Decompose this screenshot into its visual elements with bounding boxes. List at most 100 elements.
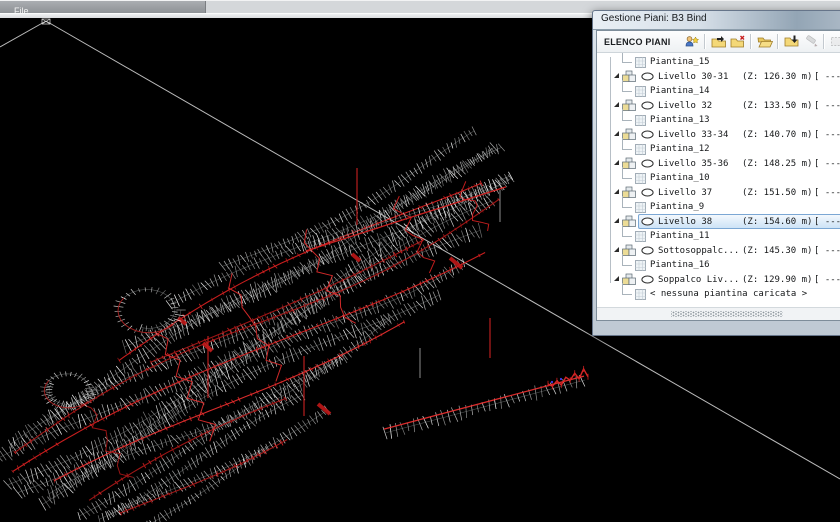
panel-titlebar[interactable]: Gestione Piani: B3 Bind (593, 11, 840, 30)
piantina-page-icon (635, 173, 646, 184)
row-piantina-11[interactable]: Piantina_11 (605, 229, 840, 244)
gestione-piani-panel: Gestione Piani: B3 Bind ELENCO PIANI (592, 10, 840, 336)
grip-dots (671, 311, 783, 317)
plan-oval-icon (641, 246, 654, 255)
z-value: (Z: 151.50 m) (742, 188, 814, 198)
row-piantina-12[interactable]: Piantina_12 (605, 142, 840, 157)
row-highlight[interactable]: Livello 30-31(Z: 126.30 m)[ --- ] (638, 69, 840, 84)
expand-arrow-icon[interactable] (614, 102, 619, 107)
livello-label: Livello 32 (658, 101, 742, 111)
tree-elbow (622, 196, 632, 208)
slot-value: [ --- ] (814, 101, 840, 111)
z-value: (Z: 154.60 m) (742, 217, 814, 227)
z-value: (Z: 129.90 m) (742, 275, 814, 285)
plan-oval-icon (641, 275, 654, 284)
row-piantina-16[interactable]: Piantina_16 (605, 258, 840, 273)
folder-delete-icon[interactable] (728, 33, 747, 50)
piantina-label: Piantina_15 (650, 57, 710, 67)
application-window: File Gestione Piani: B3 Bind ELENCO PIAN… (0, 0, 840, 522)
livello-label: Livello 38 (658, 217, 742, 227)
piantina-page-icon (635, 144, 646, 155)
row-sottosoppalc[interactable]: Sottosoppalc...(Z: 145.30 m)[ --- ] (605, 244, 840, 259)
user-levels-icon[interactable] (682, 33, 701, 50)
row-piantina-14[interactable]: Piantina_14 (605, 84, 840, 99)
expand-arrow-icon[interactable] (614, 247, 619, 252)
row-piantina-15[interactable]: Piantina_15 (605, 55, 840, 70)
tree-elbow (622, 109, 632, 121)
slot-value: [ --- ] (814, 72, 840, 82)
plan-oval-icon (641, 101, 654, 110)
piantina-page-icon (635, 202, 646, 213)
piantina-label: Piantina_13 (650, 115, 710, 125)
panel-toolbar: ELENCO PIANI (597, 31, 840, 53)
piantina-label: Piantina_10 (650, 173, 710, 183)
row-highlight[interactable]: Livello 32(Z: 133.50 m)[ --- ] (638, 98, 840, 113)
slot-value: [ --- ] (814, 217, 840, 227)
livello-label: Soppalco Liv... (658, 275, 742, 285)
resize-grip[interactable] (597, 307, 840, 320)
plan-oval-icon (641, 130, 654, 139)
expand-arrow-icon[interactable] (614, 131, 619, 136)
slot-value: [ --- ] (814, 246, 840, 256)
plan-oval-icon (641, 159, 654, 168)
row-soppalco-liv[interactable]: Soppalco Liv...(Z: 129.90 m)[ --- ] (605, 273, 840, 288)
row-highlight[interactable]: Livello 35-36(Z: 148.25 m)[ --- ] (638, 156, 840, 171)
expand-arrow-icon[interactable] (614, 73, 619, 78)
expand-arrow-icon[interactable] (614, 160, 619, 165)
expand-arrow-icon[interactable] (614, 218, 619, 223)
piantina-label: < nessuna piantina caricata > (650, 289, 807, 299)
toolbar-separator (750, 34, 752, 49)
z-value: (Z: 126.30 m) (742, 72, 814, 82)
z-value: (Z: 140.70 m) (742, 130, 814, 140)
folder-arrow-icon[interactable] (709, 33, 728, 50)
row-livello-35-36[interactable]: Livello 35-36(Z: 148.25 m)[ --- ] (605, 157, 840, 172)
elenco-piani-label: ELENCO PIANI (599, 37, 682, 47)
expand-arrow-icon[interactable] (614, 276, 619, 281)
livello-label: Livello 33-34 (658, 130, 742, 140)
z-value: (Z: 133.50 m) (742, 101, 814, 111)
toolbar-separator (823, 34, 825, 49)
piantina-page-icon (635, 115, 646, 126)
livello-label: Livello 35-36 (658, 159, 742, 169)
row-livello-37[interactable]: Livello 37(Z: 151.50 m)[ --- ] (605, 186, 840, 201)
marquee-dropdown-icon[interactable] (828, 33, 840, 50)
piantina-label: Piantina_16 (650, 260, 710, 270)
row-highlight[interactable]: Livello 33-34(Z: 140.70 m)[ --- ] (638, 127, 840, 142)
tree-elbow (622, 138, 632, 150)
folder-open-icon[interactable] (755, 33, 774, 50)
piani-list[interactable]: Piantina_15 Livello 30-31(Z: 126.30 m)[ -… (597, 53, 840, 307)
toolbar-separator (704, 34, 706, 49)
piantina-label: Piantina_14 (650, 86, 710, 96)
slot-value: [ --- ] (814, 130, 840, 140)
plan-oval-icon (641, 72, 654, 81)
row-nessuna-piantina-caricata[interactable]: < nessuna piantina caricata > (605, 287, 840, 302)
row-highlight[interactable]: Sottosoppalc...(Z: 145.30 m)[ --- ] (638, 243, 840, 258)
menu-area: File (0, 1, 206, 13)
row-piantina-9[interactable]: Piantina_9 (605, 200, 840, 215)
piantina-page-icon (635, 260, 646, 271)
tree-elbow (622, 80, 632, 92)
tree-elbow (622, 53, 632, 63)
tree-elbow (622, 283, 632, 295)
folder-export-icon[interactable] (782, 33, 801, 50)
z-value: (Z: 145.30 m) (742, 246, 814, 256)
row-livello-30-31[interactable]: Livello 30-31(Z: 126.30 m)[ --- ] (605, 70, 840, 85)
expand-arrow-icon[interactable] (614, 189, 619, 194)
row-piantina-13[interactable]: Piantina_13 (605, 113, 840, 128)
row-highlight[interactable]: Livello 37(Z: 151.50 m)[ --- ] (638, 185, 840, 200)
row-highlight[interactable]: Livello 38(Z: 154.60 m)[ --- ] (638, 214, 840, 229)
edit-disabled-icon[interactable] (801, 33, 820, 50)
row-highlight[interactable]: Soppalco Liv...(Z: 129.90 m)[ --- ] (638, 272, 840, 287)
z-value: (Z: 148.25 m) (742, 159, 814, 169)
piantina-label: Piantina_11 (650, 231, 710, 241)
livello-label: Livello 37 (658, 188, 742, 198)
row-piantina-10[interactable]: Piantina_10 (605, 171, 840, 186)
livello-label: Sottosoppalc... (658, 246, 742, 256)
row-livello-38[interactable]: Livello 38(Z: 154.60 m)[ --- ] (605, 215, 840, 230)
toolbar-separator (777, 34, 779, 49)
row-livello-33-34[interactable]: Livello 33-34(Z: 140.70 m)[ --- ] (605, 128, 840, 143)
slot-value: [ --- ] (814, 188, 840, 198)
row-livello-32[interactable]: Livello 32(Z: 133.50 m)[ --- ] (605, 99, 840, 114)
piantina-page-icon (635, 289, 646, 300)
tree-elbow (622, 225, 632, 237)
